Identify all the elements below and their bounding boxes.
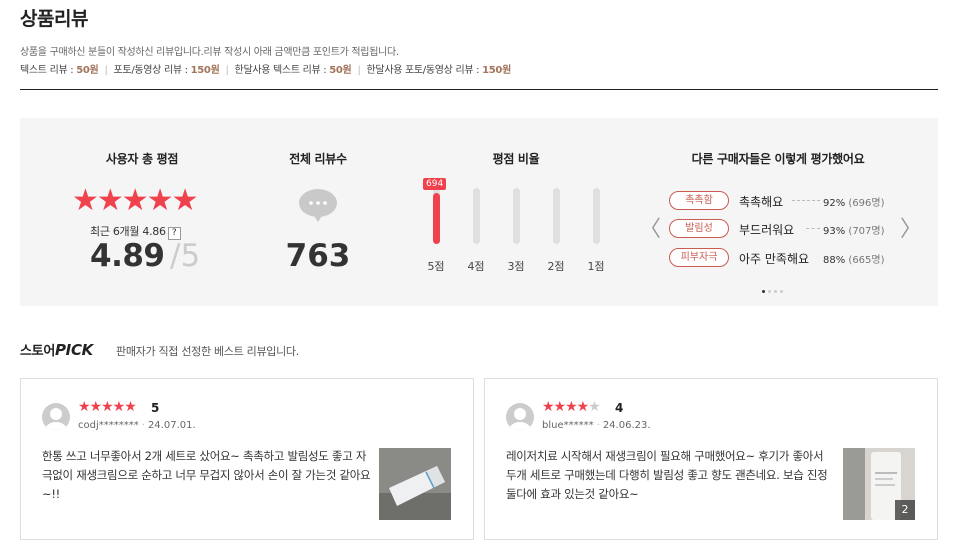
speech-bubble-icon [299,189,337,222]
evaluation-text: 부드러워요 [739,223,795,237]
evaluation-tag: 촉촉함 [669,191,729,210]
review-meta: blue****** · 24.06.23. [542,420,651,431]
evaluation-text: 아주 만족해요 [739,252,810,266]
rating-heading: 사용자 총 평점 [105,152,179,166]
rating-bar-label: 1점 [587,260,605,273]
photo-count-badge: 2 [895,500,915,520]
point-amount: 50원 [76,65,99,76]
review-summary: 사용자 총 평점 ★★★★★ 최근 6개월 4.86? 4.89 /5 전체 리… [20,118,938,306]
evaluation-heading: 다른 구매자들은 이렇게 평가했어요 [691,152,865,166]
evaluation-tag: 피부자극 [669,248,729,267]
rating-bar-track [593,188,600,244]
review-date: 24.06.23. [602,420,651,431]
divider [20,89,938,90]
recent-rating-label: 최근 6개월 4.86 [90,225,166,238]
review-card[interactable]: ★★★★★ 4 blue****** · 24.06.23. 레이저치료 시작해서 … [484,378,938,540]
dotted-leader [806,228,820,229]
review-card[interactable]: ★★★★★ 5 codj******** · 24.07.01. 한통 쓰고 너무좋… [20,378,474,540]
distribution-heading: 평점 비율 [492,152,540,166]
rating-bar-label: 3점 [507,260,525,273]
review-star-icons: ★★★★★ [542,399,601,415]
evaluation-text: 촉촉해요 [739,195,784,209]
store-pick-prefix: 스토어 [20,344,55,359]
percent-count: (707명) [848,226,885,237]
average-rating: 4.89 [90,238,165,274]
total-heading: 전체 리뷰수 [289,152,347,166]
carousel-dots[interactable] [762,278,786,297]
avatar [42,403,70,431]
evaluation-percent: 93% (707명) [823,222,885,237]
point-label: 한달사용 포토/동영상 리뷰 : [366,65,483,76]
evaluation-percent: 88% (665명) [823,251,885,266]
point-amount: 50원 [329,65,352,76]
review-description: 상품을 구매하신 분들이 작성하신 리뷰입니다.리뷰 작성시 아래 금액만큼 포… [20,47,399,58]
dotted-leader [792,200,820,201]
rating-bar-label: 2점 [547,260,565,273]
point-label: 텍스트 리뷰 : [20,65,77,76]
review-score: 4 [615,401,624,415]
rating-bar-label: 4점 [467,260,485,273]
point-label: 포토/동영상 리뷰 : [113,65,191,76]
review-date: 24.07.01. [147,420,196,431]
percent-value: 92% [823,198,846,209]
review-photo[interactable]: 2 [843,448,915,520]
point-label: 한달사용 텍스트 리뷰 : [234,65,330,76]
rating-bar-count: 694 [423,178,447,190]
review-user: codj******** [78,420,139,431]
store-pick-title: 스토어PICK [20,340,93,359]
total-review-count: 763 [285,238,351,274]
percent-value: 88% [823,255,846,266]
evaluation-tag: 발림성 [669,219,729,238]
page-title: 상품리뷰 [20,8,88,30]
percent-value: 93% [823,226,846,237]
rating-bar-label: 5점 [427,260,445,273]
rating-bar-fill [433,193,440,244]
point-amount: 150원 [482,65,511,76]
review-text: 한통 쓰고 너무좋아서 2개 세트로 샀어요~ 촉촉하고 발림성도 좋고 자극없… [42,449,371,501]
rating-bar-track [433,188,440,244]
percent-count: (696명) [848,198,885,209]
point-amount: 150원 [190,65,220,76]
rating-bar-track [513,188,520,244]
store-pick-strong: PICK [54,341,93,359]
average-star-icons: ★★★★★ [72,183,198,218]
percent-count: (665명) [848,255,885,266]
rating-max: /5 [170,238,201,274]
rating-bar-track [473,188,480,244]
point-info: 텍스트 리뷰 : 50원 | 포토/동영상 리뷰 : 150원 | 한달사용 텍스트 리… [20,65,511,76]
review-meta: codj******** · 24.07.01. [78,420,196,431]
prev-arrow-icon[interactable]: 〈 [639,211,661,243]
review-photo[interactable] [379,448,451,520]
review-text: 레이저치료 시작해서 재생크림이 필요해 구매했어요~ 후기가 좋아서 두개 세… [506,449,828,501]
evaluation-percent: 92% (696명) [823,194,885,209]
next-arrow-icon[interactable]: 〉 [900,211,922,243]
store-pick-subtitle: 판매자가 직접 선정한 베스트 리뷰입니다. [116,345,299,358]
review-star-icons: ★★★★★ [78,399,137,415]
avatar [506,403,534,431]
review-user: blue****** [542,420,594,431]
review-score: 5 [151,401,160,415]
rating-bar-track [553,188,560,244]
